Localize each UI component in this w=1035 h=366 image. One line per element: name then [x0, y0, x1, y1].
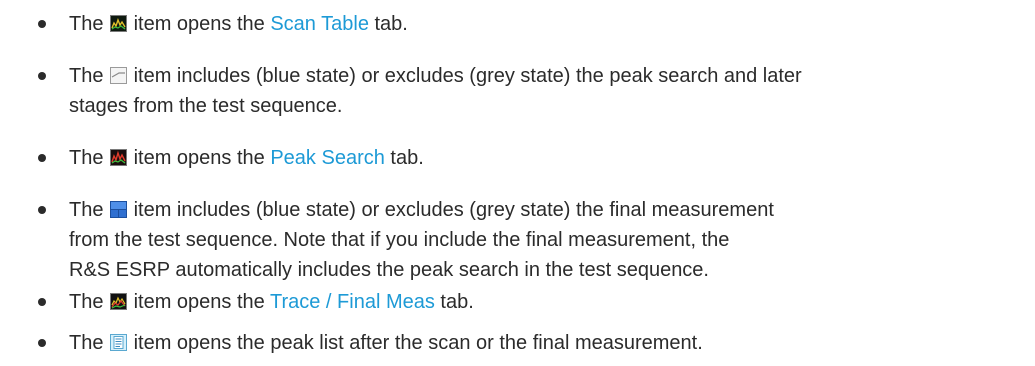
peak-list-icon: [110, 334, 128, 351]
text-segment: item opens the: [128, 13, 271, 35]
bullet-point: [38, 195, 58, 225]
bullet-point: [38, 9, 58, 39]
text-segment: The: [69, 13, 110, 35]
text-segment: from the test sequence. Note that if you…: [69, 229, 730, 251]
text-segment: item includes (blue state) or excludes (…: [128, 199, 774, 221]
list-item-text: The item includes (blue state) or exclud…: [69, 61, 1028, 121]
list-item-text: The item opens the Scan Table tab.: [69, 9, 1028, 39]
text-segment: R&S ESRP automatically includes the peak…: [69, 259, 709, 281]
text-segment: The: [69, 199, 110, 221]
text-segment: tab.: [384, 147, 424, 169]
text-segment: stages from the test sequence.: [69, 95, 343, 117]
text-segment: tab.: [368, 13, 408, 35]
scan-table-link[interactable]: Scan Table: [270, 13, 369, 35]
text-segment: The: [69, 291, 110, 313]
bullet-point: [38, 143, 58, 173]
bullet-point: [38, 61, 58, 91]
text-segment: item opens the: [128, 291, 270, 313]
text-segment: The: [69, 65, 110, 87]
list-item-text: The item opens the Peak Search tab.: [69, 143, 1028, 173]
trace-final-meas-icon: [110, 293, 128, 310]
bullet-point: [38, 287, 58, 317]
list-item: The item includes (blue state) or exclud…: [38, 195, 1028, 285]
list-item-text: The item opens the Trace / Final Meas ta…: [69, 287, 1028, 317]
document-body: The item opens the Scan Table tab. The i…: [0, 0, 1035, 366]
list-item-text: The item includes (blue state) or exclud…: [69, 195, 1028, 285]
peak-search-toggle-icon: [110, 67, 128, 84]
peak-search-link[interactable]: Peak Search: [270, 147, 385, 169]
text-segment: tab.: [434, 291, 474, 313]
peak-spectrum-icon: [110, 149, 128, 166]
bullet-point: [38, 328, 58, 358]
text-segment: item opens the peak list after the scan …: [128, 332, 703, 354]
list-item: The item includes (blue state) or exclud…: [38, 61, 1028, 121]
trace-final-meas-link[interactable]: Trace / Final Meas: [270, 291, 435, 313]
list-item: The item opens the Scan Table tab.: [38, 9, 1028, 39]
text-segment: item opens the: [128, 147, 271, 169]
final-measurement-toggle-icon: [110, 201, 128, 218]
list-item-text: The item opens the peak list after the s…: [69, 328, 1028, 358]
text-segment: item includes (blue state) or excludes (…: [128, 65, 802, 87]
list-item: The item opens the peak list after the s…: [38, 328, 1028, 358]
scan-spectrum-icon: [110, 15, 128, 32]
list-item: The item opens the Peak Search tab.: [38, 143, 1028, 173]
list-item: The item opens the Trace / Final Meas ta…: [38, 287, 1028, 317]
text-segment: The: [69, 332, 110, 354]
text-segment: The: [69, 147, 110, 169]
